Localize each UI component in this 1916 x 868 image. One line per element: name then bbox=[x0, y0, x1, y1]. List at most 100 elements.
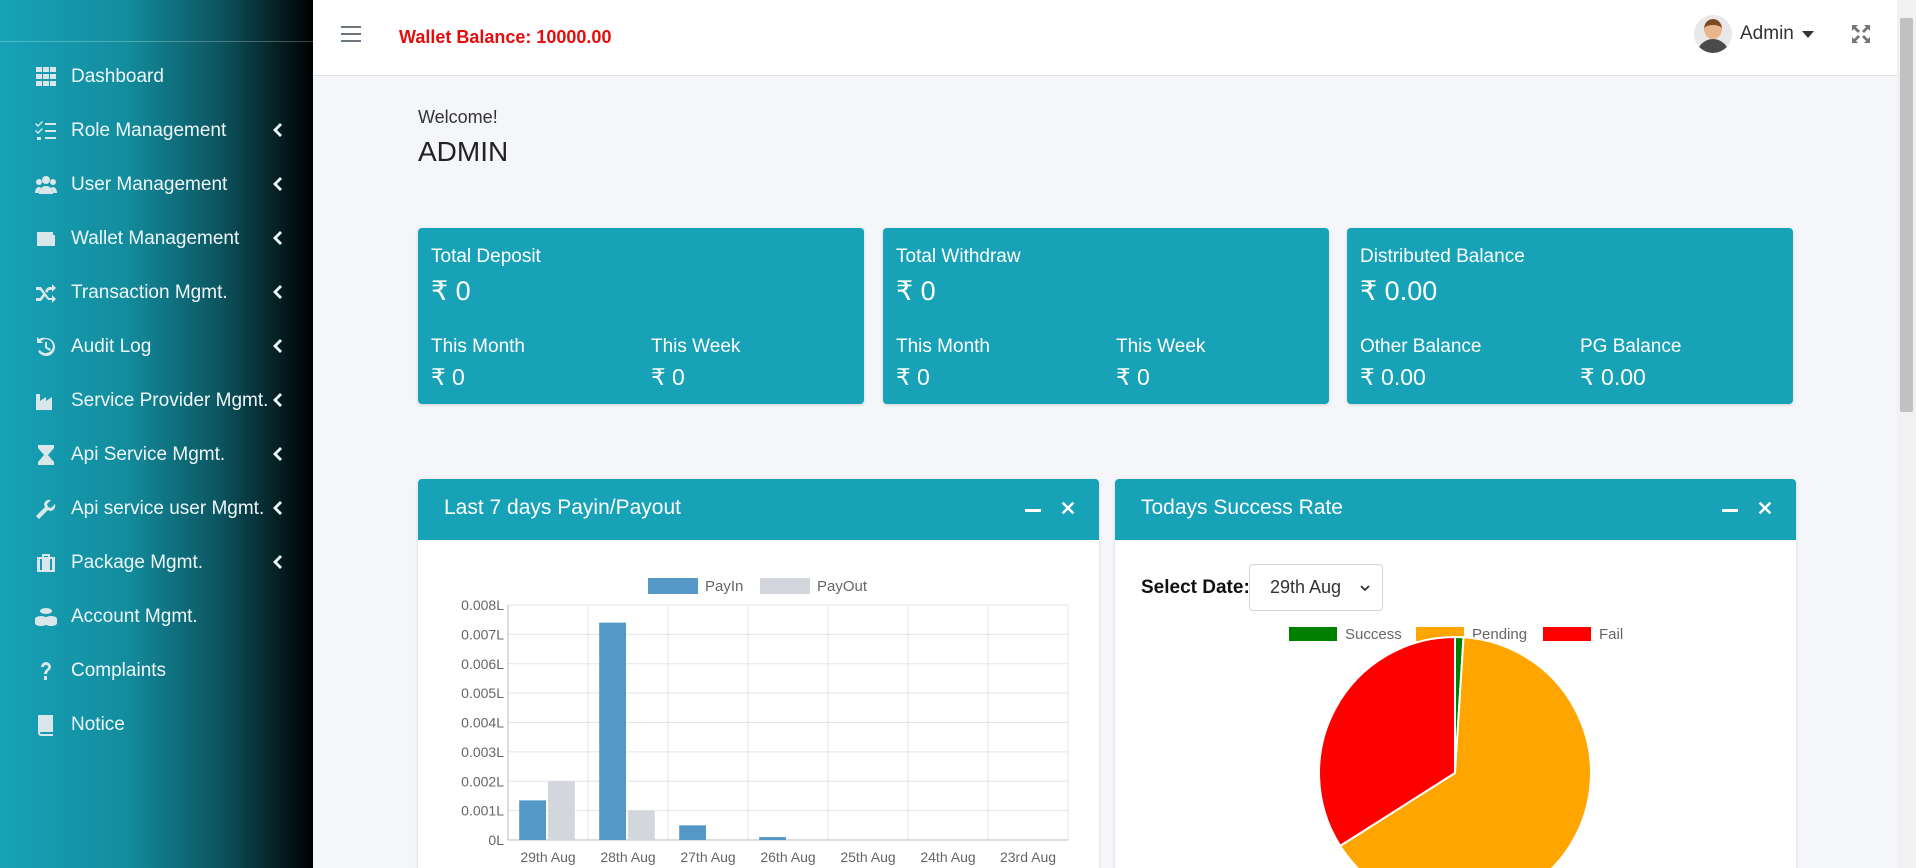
sidebar-item-label: Api service user Mgmt. bbox=[71, 498, 265, 519]
legend-label: PayOut bbox=[817, 578, 868, 595]
sidebar-item-transaction-mgmt[interactable]: Transaction Mgmt. bbox=[0, 270, 313, 316]
card-left-value: ₹ 0.00 bbox=[1360, 364, 1426, 390]
sidebar-item-account-mgmt[interactable]: Account Mgmt. bbox=[0, 594, 313, 640]
panel-header: Last 7 days Payin/Payout bbox=[418, 479, 1099, 540]
card-left-label: This Month bbox=[431, 336, 525, 357]
close-icon[interactable] bbox=[1059, 499, 1079, 519]
bar-payin bbox=[759, 837, 786, 840]
card-left-label: Other Balance bbox=[1360, 336, 1482, 357]
card-right-label: This Week bbox=[651, 336, 741, 357]
y-tick-label: 0.004L bbox=[461, 715, 504, 731]
x-tick-label: 28th Aug bbox=[600, 849, 655, 865]
grid-icon bbox=[33, 66, 59, 88]
scrollbar-thumb[interactable] bbox=[1900, 18, 1913, 412]
minimize-icon[interactable] bbox=[1025, 509, 1041, 512]
wallet-icon bbox=[33, 228, 59, 250]
list-check-icon bbox=[33, 120, 59, 142]
card-right-value: ₹ 0.00 bbox=[1580, 364, 1646, 390]
x-tick-label: 25th Aug bbox=[840, 849, 895, 865]
sidebar-item-label: Api Service Mgmt. bbox=[71, 444, 226, 465]
legend-label: PayIn bbox=[705, 578, 743, 595]
chevron-left-icon bbox=[271, 554, 285, 572]
industry-icon bbox=[33, 390, 59, 412]
sidebar-item-service-provider-mgmt[interactable]: Service Provider Mgmt. bbox=[0, 378, 313, 424]
card-value: ₹ 0 bbox=[431, 276, 471, 306]
sidebar-item-user-management[interactable]: User Management bbox=[0, 162, 313, 208]
chevron-left-icon bbox=[271, 122, 285, 140]
date-select[interactable]: 29th Aug bbox=[1249, 564, 1383, 611]
card-value: ₹ 0 bbox=[896, 276, 936, 306]
card-right-label: PG Balance bbox=[1580, 336, 1682, 357]
top-navbar: Wallet Balance: 10000.00 Admin bbox=[313, 0, 1897, 76]
sidebar-item-api-service-mgmt[interactable]: Api Service Mgmt. bbox=[0, 432, 313, 478]
legend-label: Fail bbox=[1599, 626, 1623, 643]
x-tick-label: 27th Aug bbox=[680, 849, 735, 865]
page-title: ADMIN bbox=[418, 136, 509, 167]
x-tick-label: 23rd Aug bbox=[1000, 849, 1056, 865]
sidebar-item-package-mgmt[interactable]: Package Mgmt. bbox=[0, 540, 313, 586]
sidebar: Dashboard Role Management User Management W… bbox=[0, 0, 313, 868]
welcome-text: Welcome! bbox=[418, 107, 498, 127]
minimize-icon[interactable] bbox=[1722, 509, 1738, 512]
sidebar-item-role-management[interactable]: Role Management bbox=[0, 108, 313, 154]
x-tick-label: 26th Aug bbox=[760, 849, 815, 865]
sidebar-item-label: Account Mgmt. bbox=[71, 606, 198, 627]
y-tick-label: 0.005L bbox=[461, 685, 504, 701]
card-title: Distributed Balance bbox=[1360, 246, 1525, 267]
legend-swatch-fail bbox=[1543, 627, 1591, 641]
legend-swatch-success bbox=[1289, 627, 1337, 641]
wallet-balance: Wallet Balance: 10000.00 bbox=[399, 27, 612, 47]
bar-payin bbox=[519, 800, 546, 840]
legend-label: Success bbox=[1345, 626, 1402, 643]
history-icon bbox=[33, 336, 59, 358]
chevron-left-icon bbox=[271, 230, 285, 248]
caret-down-icon bbox=[1801, 30, 1814, 38]
y-tick-label: 0.006L bbox=[461, 656, 504, 672]
chevron-left-icon bbox=[271, 446, 285, 464]
success-rate-pie-chart: Success Pending Fail bbox=[1289, 626, 1623, 868]
chevron-left-icon bbox=[271, 500, 285, 518]
bar-payout bbox=[628, 810, 655, 840]
shuffle-icon bbox=[33, 282, 59, 304]
page-scrollbar[interactable] bbox=[1897, 0, 1916, 868]
sidebar-item-api-service-user-mgmt[interactable]: Api service user Mgmt. bbox=[0, 486, 313, 532]
sidebar-item-label: Audit Log bbox=[71, 336, 152, 357]
card-right-label: This Week bbox=[1116, 336, 1206, 357]
bar-payout bbox=[548, 781, 575, 840]
y-tick-label: 0L bbox=[488, 832, 504, 848]
sidebar-item-label: Transaction Mgmt. bbox=[71, 282, 228, 303]
sidebar-brand-area bbox=[0, 0, 313, 42]
sidebar-item-label: User Management bbox=[71, 174, 228, 195]
legend-swatch-payout bbox=[760, 578, 810, 594]
panel-title: Last 7 days Payin/Payout bbox=[444, 496, 681, 519]
fullscreen-icon[interactable] bbox=[1851, 24, 1871, 44]
book-icon bbox=[33, 714, 59, 736]
question-icon bbox=[33, 660, 59, 682]
chevron-left-icon bbox=[271, 176, 285, 194]
x-tick-label: 24th Aug bbox=[920, 849, 975, 865]
users-icon bbox=[33, 174, 59, 196]
sidebar-item-label: Dashboard bbox=[71, 66, 164, 87]
user-menu[interactable]: Admin bbox=[1694, 15, 1814, 53]
suitcase-icon bbox=[33, 552, 59, 574]
sidebar-item-complaints[interactable]: Complaints bbox=[0, 648, 313, 694]
close-icon[interactable] bbox=[1756, 499, 1776, 519]
y-tick-label: 0.008L bbox=[461, 597, 504, 613]
card-title: Total Withdraw bbox=[896, 246, 1021, 267]
sidebar-item-audit-log[interactable]: Audit Log bbox=[0, 324, 313, 370]
chevron-left-icon bbox=[271, 392, 285, 410]
sidebar-item-notice[interactable]: Notice bbox=[0, 702, 313, 748]
card-left-value: ₹ 0 bbox=[431, 364, 465, 390]
total-deposit-card: Total Deposit ₹ 0 This Month ₹ 0 This We… bbox=[418, 228, 864, 404]
sidebar-item-label: Package Mgmt. bbox=[71, 552, 203, 573]
sidebar-item-label: Notice bbox=[71, 714, 125, 735]
payin-payout-panel: Last 7 days Payin/Payout 0L 0.001L 0.002L 0… bbox=[418, 479, 1099, 868]
y-tick-label: 0.007L bbox=[461, 626, 504, 642]
sidebar-item-dashboard[interactable]: Dashboard bbox=[0, 54, 313, 100]
chevron-left-icon bbox=[271, 338, 285, 356]
total-withdraw-card: Total Withdraw ₹ 0 This Month ₹ 0 This W… bbox=[883, 228, 1329, 404]
card-left-value: ₹ 0 bbox=[896, 364, 930, 390]
sidebar-item-wallet-management[interactable]: Wallet Management bbox=[0, 216, 313, 262]
hamburger-menu-icon[interactable] bbox=[341, 26, 361, 46]
y-tick-label: 0.001L bbox=[461, 803, 504, 819]
